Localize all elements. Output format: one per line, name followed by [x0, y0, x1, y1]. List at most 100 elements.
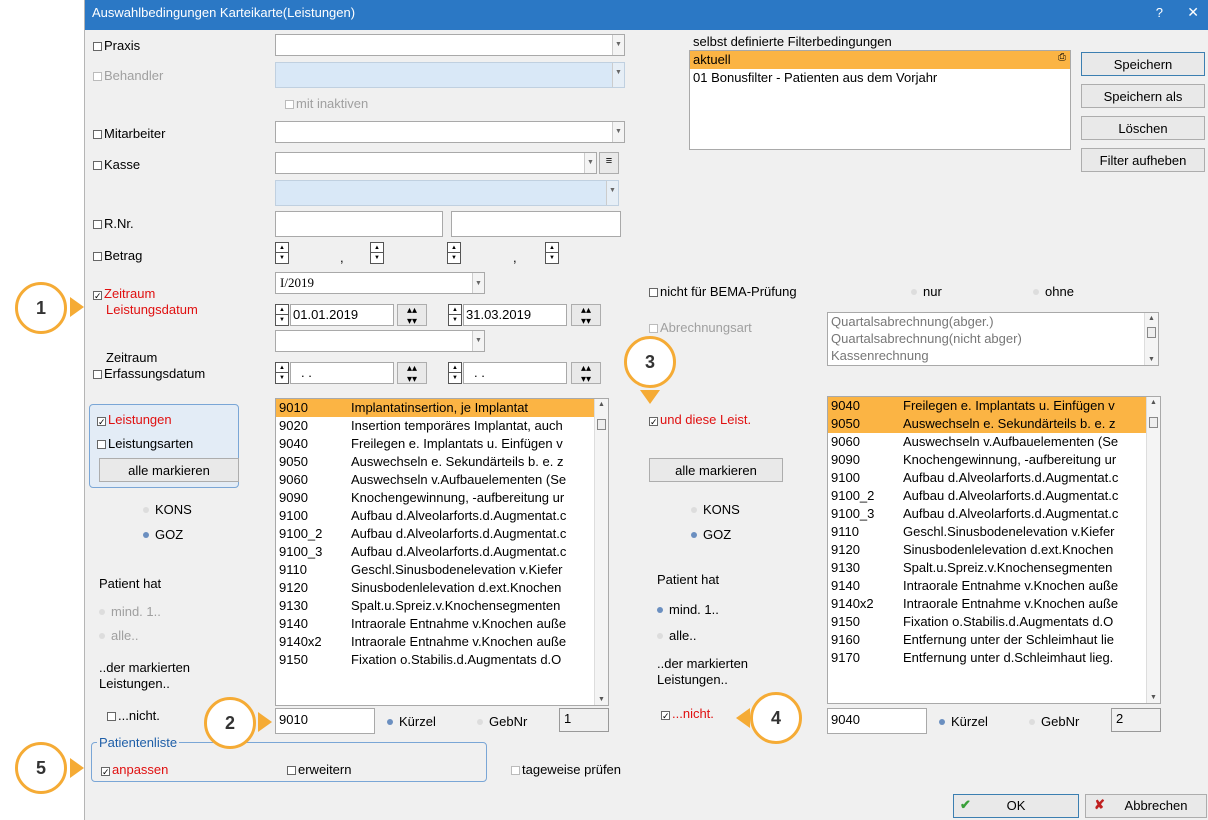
- date-to-input[interactable]: 31.03.2019: [463, 304, 567, 326]
- praxis-checkbox[interactable]: Praxis: [93, 38, 140, 53]
- list-item[interactable]: 9100_2 Aufbau d.Alveolarforts.d.Augmentat…: [828, 487, 1160, 505]
- betrag-to-spinner-1[interactable]: ▲ ▼: [447, 242, 461, 264]
- nur-radio[interactable]: nur: [911, 284, 942, 299]
- date-from-picker[interactable]: ▴▴ ▾▾: [397, 304, 427, 327]
- list-item[interactable]: 9110 Geschl.Sinusbodenelevation v.Kiefer: [828, 523, 1160, 541]
- kasse-checkbox[interactable]: Kasse: [93, 157, 140, 172]
- list-item[interactable]: 9010 Implantatinsertion, je Implantat: [276, 399, 608, 417]
- filter-list[interactable]: aktuell ⎙ 01 Bonusfilter - Patienten aus …: [689, 50, 1071, 150]
- list-item[interactable]: 9170 Entfernung unter d.Schleimhaut lieg.: [828, 649, 1160, 667]
- quartal-dropdown[interactable]: I/2019 ▼: [275, 272, 485, 294]
- list-item[interactable]: 9050 Auswechseln e. Sekundärteils b. e. z: [828, 415, 1160, 433]
- list-item[interactable]: 9040 Freilegen e. Implantats u. Einfügen …: [828, 397, 1160, 415]
- list-item[interactable]: 9130 Spalt.u.Spreiz.v.Knochensegmenten: [828, 559, 1160, 577]
- save-button[interactable]: Speichern: [1081, 52, 1205, 76]
- filter-item[interactable]: 01 Bonusfilter - Patienten aus dem Vorja…: [690, 69, 1070, 87]
- filter-item[interactable]: aktuell ⎙: [690, 51, 1070, 69]
- list-item[interactable]: 9140x2 Intraorale Entnahme v.Knochen auße: [828, 595, 1160, 613]
- list-item[interactable]: 9160 Entfernung unter der Schleimhaut lie: [828, 631, 1160, 649]
- erf-to-input[interactable]: . .: [463, 362, 567, 384]
- list-item[interactable]: 9090 Knochengewinnung, -aufbereitung ur: [828, 451, 1160, 469]
- betrag-checkbox[interactable]: Betrag: [93, 248, 142, 263]
- abrechnungsart-item[interactable]: Kassenrechnung: [828, 347, 1158, 364]
- list-item[interactable]: 9110 Geschl.Sinusbodenelevation v.Kiefer: [276, 561, 608, 579]
- date-to-spinner[interactable]: ▲ ▼: [448, 304, 462, 326]
- list-item[interactable]: 9140x2 Intraorale Entnahme v.Knochen auße: [276, 633, 608, 651]
- cancel-button[interactable]: ✘ Abbrechen: [1085, 794, 1207, 818]
- und-scrollbar[interactable]: ▲ ▼: [1146, 397, 1160, 703]
- nicht-bema-checkbox[interactable]: nicht für BEMA-Prüfung: [649, 284, 797, 299]
- leistungsarten-checkbox[interactable]: Leistungsarten: [97, 436, 193, 451]
- list-item[interactable]: 9050 Auswechseln e. Sekundärteils b. e. z: [276, 453, 608, 471]
- abrechnungsart-scrollbar[interactable]: ▲ ▼: [1144, 313, 1158, 365]
- date-from-input[interactable]: 01.01.2019: [290, 304, 394, 326]
- list-item[interactable]: 9100_3 Aufbau d.Alveolarforts.d.Augmentat…: [828, 505, 1160, 523]
- goz-2-radio[interactable]: GOZ: [691, 527, 731, 542]
- help-icon[interactable]: ?: [1156, 5, 1163, 20]
- abrechnungsart-item[interactable]: Quartalsabrechnung(nicht abger): [828, 330, 1158, 347]
- kons-2-radio[interactable]: KONS: [691, 502, 740, 517]
- behandler-checkbox[interactable]: Behandler: [93, 68, 163, 83]
- erf-to-spinner[interactable]: ▲ ▼: [448, 362, 462, 384]
- goz-radio[interactable]: GOZ: [143, 527, 183, 542]
- list-item[interactable]: 9020 Insertion temporäres Implantat, auch: [276, 417, 608, 435]
- tageweise-checkbox[interactable]: tageweise prüfen: [511, 762, 621, 777]
- delete-button[interactable]: Löschen: [1081, 116, 1205, 140]
- zeitraum-erfassungsdatum-checkbox[interactable]: Zeitraum Erfassungsdatum: [93, 350, 205, 382]
- date-to-picker[interactable]: ▴▴ ▾▾: [571, 304, 601, 327]
- kasse-dropdown[interactable]: ▼: [275, 152, 597, 174]
- list-item[interactable]: 9090 Knochengewinnung, -aufbereitung ur: [276, 489, 608, 507]
- ohne-radio[interactable]: ohne: [1033, 284, 1074, 299]
- mind-2-radio[interactable]: mind. 1..: [657, 602, 719, 617]
- list-item[interactable]: 9130 Spalt.u.Spreiz.v.Knochensegmenten: [276, 597, 608, 615]
- und-diese-leist-checkbox[interactable]: ✓ und diese Leist.: [649, 412, 751, 427]
- gebnr-radio[interactable]: GebNr: [477, 714, 527, 729]
- kasse-list-button[interactable]: ≡: [599, 152, 619, 174]
- nicht-checkbox[interactable]: ...nicht.: [107, 708, 160, 723]
- kuerzel-radio[interactable]: Kürzel: [387, 714, 436, 729]
- list-item[interactable]: 9120 Sinusbodenlelevation d.ext.Knochen: [276, 579, 608, 597]
- nicht-2-checkbox[interactable]: ✓ ...nicht.: [661, 706, 714, 721]
- rnr-from-input[interactable]: [275, 211, 443, 237]
- gebnr-2-radio[interactable]: GebNr: [1029, 714, 1079, 729]
- list-item[interactable]: 9150 Fixation o.Stabilis.d.Augmentats d.O: [828, 613, 1160, 631]
- leistungen-checkbox[interactable]: ✓ Leistungen: [97, 412, 172, 427]
- erf-to-picker[interactable]: ▴▴ ▾▾: [571, 362, 601, 385]
- list-item[interactable]: 9100_2 Aufbau d.Alveolarforts.d.Augmentat…: [276, 525, 608, 543]
- alle-markieren-2-button[interactable]: alle markieren: [649, 458, 783, 482]
- betrag-from-spinner-1[interactable]: ▲ ▼: [275, 242, 289, 264]
- save-as-button[interactable]: Speichern als: [1081, 84, 1205, 108]
- alle-radio[interactable]: alle..: [99, 628, 138, 643]
- list-item[interactable]: 9060 Auswechseln v.Aufbauelementen (Se: [828, 433, 1160, 451]
- erweitern-checkbox[interactable]: erweitern: [287, 762, 351, 777]
- betrag-from-spinner-2[interactable]: ▲ ▼: [370, 242, 384, 264]
- kons-radio[interactable]: KONS: [143, 502, 192, 517]
- erfassung-dropdown[interactable]: ▼: [275, 330, 485, 352]
- leistung-code-input[interactable]: 9010: [275, 708, 375, 734]
- list-item[interactable]: 9150 Fixation o.Stabilis.d.Augmentats d.O: [276, 651, 608, 669]
- leistungen-list[interactable]: 9010 Implantatinsertion, je Implantat 9020…: [275, 398, 609, 706]
- list-item[interactable]: 9120 Sinusbodenlelevation d.ext.Knochen: [828, 541, 1160, 559]
- erf-from-picker[interactable]: ▴▴ ▾▾: [397, 362, 427, 385]
- rnr-checkbox[interactable]: R.Nr.: [93, 216, 134, 231]
- close-icon[interactable]: ✕: [1187, 4, 1199, 21]
- date-from-spinner[interactable]: ▲ ▼: [275, 304, 289, 326]
- list-item[interactable]: 9040 Freilegen e. Implantats u. Einfügen …: [276, 435, 608, 453]
- leistungen-scrollbar[interactable]: ▲ ▼: [594, 399, 608, 705]
- anpassen-checkbox[interactable]: ✓ anpassen: [101, 762, 168, 777]
- list-item[interactable]: 9100 Aufbau d.Alveolarforts.d.Augmentat.c: [828, 469, 1160, 487]
- erf-from-spinner[interactable]: ▲ ▼: [275, 362, 289, 384]
- ok-button[interactable]: ✔ OK: [953, 794, 1079, 818]
- mind-radio[interactable]: mind. 1..: [99, 604, 161, 619]
- zeitraum-leistungsdatum-checkbox[interactable]: ✓ Zeitraum Leistungsdatum: [93, 286, 198, 318]
- betrag-to-spinner-2[interactable]: ▲ ▼: [545, 242, 559, 264]
- list-item[interactable]: 9140 Intraorale Entnahme v.Knochen auße: [828, 577, 1160, 595]
- list-item[interactable]: 9100_3 Aufbau d.Alveolarforts.d.Augmentat…: [276, 543, 608, 561]
- und-list[interactable]: 9040 Freilegen e. Implantats u. Einfügen …: [827, 396, 1161, 704]
- erf-from-input[interactable]: . .: [290, 362, 394, 384]
- clear-filter-button[interactable]: Filter aufheben: [1081, 148, 1205, 172]
- praxis-dropdown[interactable]: ▼: [275, 34, 625, 56]
- alle-2-radio[interactable]: alle..: [657, 628, 696, 643]
- kuerzel-2-radio[interactable]: Kürzel: [939, 714, 988, 729]
- mitarbeiter-checkbox[interactable]: Mitarbeiter: [93, 126, 165, 141]
